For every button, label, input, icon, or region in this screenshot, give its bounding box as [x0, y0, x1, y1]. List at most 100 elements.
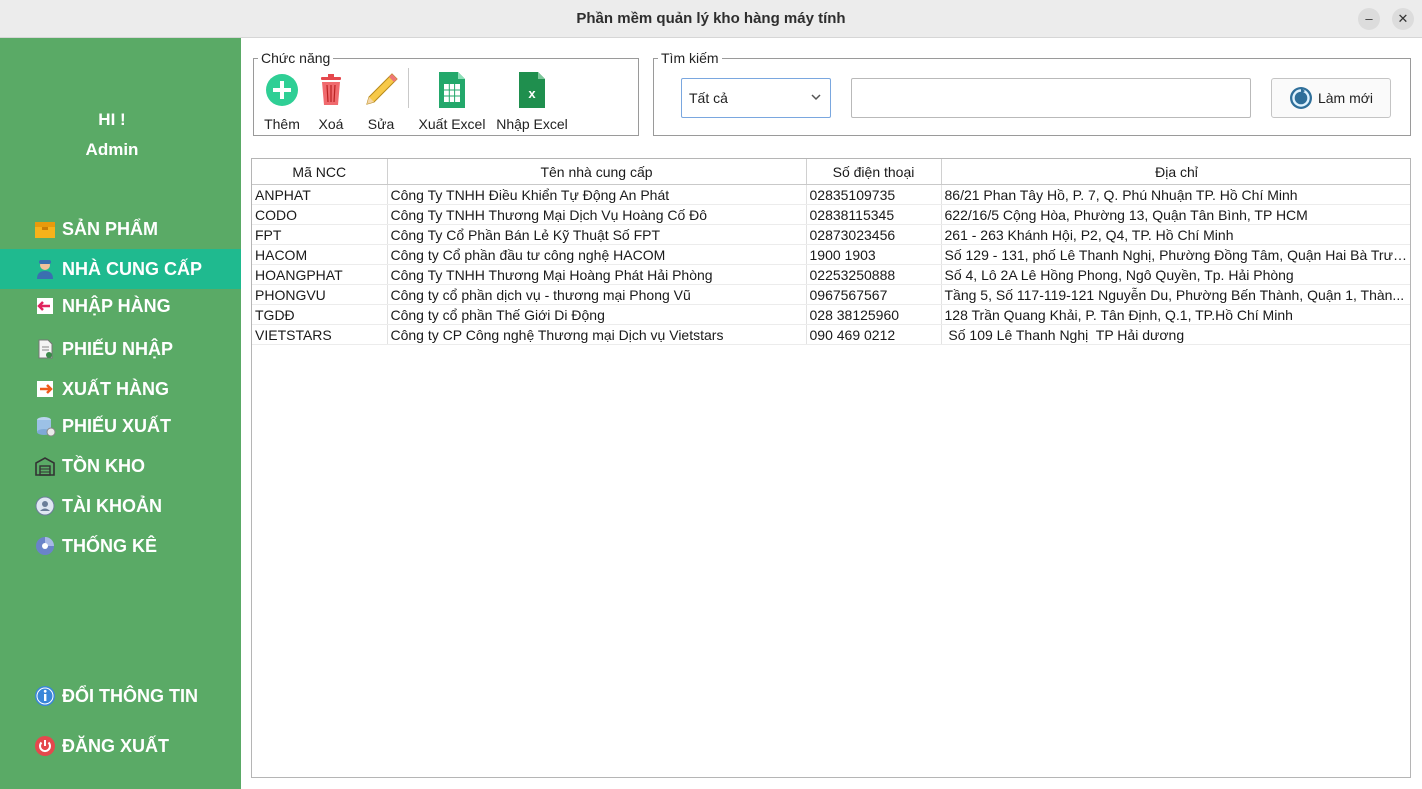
cell-so-dien-thoai: 02873023456 [806, 224, 942, 245]
cell-ten-nha-cung-cap: Công Ty TNHH Thương Mại Dịch Vụ Hoàng Cố… [387, 204, 807, 225]
greeting-text: HI ! [98, 110, 126, 129]
add-icon [265, 70, 299, 110]
column-header-ten-nha-cung-cap[interactable]: Tên nhà cung cấp [387, 159, 807, 185]
table-row[interactable]: VIETSTARS Công ty CP Công nghệ Thương mạ… [252, 324, 1410, 345]
add-button[interactable]: Thêm [261, 70, 303, 132]
cell-ma-ncc: TGDĐ [252, 304, 388, 325]
import-receipt-icon [34, 338, 56, 360]
sidebar-item-label: ĐĂNG XUẤT [62, 735, 169, 756]
sidebar-item-ton-kho[interactable]: TỒN KHO [0, 446, 241, 486]
column-header-ma-ncc[interactable]: Mã NCC [252, 159, 388, 185]
sidebar-item-tai-khoan[interactable]: TÀI KHOẢN [0, 486, 241, 526]
minimize-icon: – [1365, 11, 1373, 26]
add-label: Thêm [264, 116, 300, 132]
account-icon [34, 495, 56, 517]
column-header-so-dien-thoai[interactable]: Số điện thoại [806, 159, 942, 185]
cell-dia-chi: Số 4, Lô 2A Lê Hồng Phong, Ngô Quyền, Tp… [941, 264, 1410, 285]
table-row[interactable]: PHONGVU Công ty cổ phần dịch vụ - thương… [252, 284, 1410, 305]
table-row[interactable]: TGDĐ Công ty cổ phần Thế Giới Di Động 02… [252, 304, 1410, 325]
cell-ma-ncc: VIETSTARS [252, 324, 388, 345]
cell-dia-chi: 261 - 263 Khánh Hội, P2, Q4, TP. Hồ Chí … [941, 224, 1410, 245]
svg-text:x: x [528, 86, 536, 101]
export-excel-button[interactable]: Xuất Excel [416, 70, 488, 132]
sidebar-item-nhap-hang[interactable]: NHẬP HÀNG [0, 286, 241, 326]
sidebar-item-nha-cung-cap[interactable]: NHÀ CUNG CẤP [0, 249, 241, 289]
search-group-label: Tìm kiếm [661, 50, 719, 66]
edit-label: Sửa [367, 116, 395, 132]
cell-so-dien-thoai: 02835109735 [806, 184, 942, 205]
warehouse-icon [34, 455, 56, 477]
sidebar-item-label: SẢN PHẨM [62, 218, 159, 239]
window-title: Phần mềm quản lý kho hàng máy tính [576, 10, 846, 27]
cell-so-dien-thoai: 090 469 0212 [806, 324, 942, 345]
cell-so-dien-thoai: 028 38125960 [806, 304, 942, 325]
import-excel-label: Nhập Excel [496, 116, 568, 132]
close-button[interactable]: ✕ [1392, 8, 1414, 30]
cell-so-dien-thoai: 02838115345 [806, 204, 942, 225]
table-row[interactable]: CODO Công Ty TNHH Thương Mại Dịch Vụ Hoà… [252, 204, 1410, 225]
box-icon [34, 218, 56, 240]
sidebar: HI ! Admin SẢN PHẨM NHÀ CUNG CẤP NHẬP HÀ… [0, 38, 241, 789]
cell-dia-chi: 128 Trần Quang Khải, P. Tân Định, Q.1, T… [941, 304, 1410, 325]
cell-so-dien-thoai: 0967567567 [806, 284, 942, 305]
sidebar-item-label: ĐỔI THÔNG TIN [62, 685, 198, 706]
minimize-button[interactable]: – [1358, 8, 1380, 30]
table-row[interactable]: ANPHAT Công Ty TNHH Điều Khiển Tự Động A… [252, 184, 1410, 205]
search-input[interactable] [851, 78, 1251, 118]
cell-ma-ncc: FPT [252, 224, 388, 245]
sidebar-item-phieu-xuat[interactable]: PHIẾU XUẤT [0, 406, 241, 446]
toolbar-divider [408, 68, 409, 108]
cell-ma-ncc: HACOM [252, 244, 388, 265]
search-filter-select[interactable]: Tất cả [681, 78, 831, 118]
sidebar-item-label: NHÀ CUNG CẤP [62, 258, 203, 279]
sidebar-item-doi-thong-tin[interactable]: ĐỔI THÔNG TIN [0, 676, 241, 716]
cell-dia-chi: Số 129 - 131, phố Lê Thanh Nghị, Phường … [941, 244, 1410, 265]
export-arrow-icon [34, 378, 56, 400]
close-icon: ✕ [1397, 11, 1409, 26]
sidebar-item-label: PHIẾU XUẤT [62, 415, 172, 436]
cell-dia-chi: Tầng 5, Số 117-119-121 Nguyễn Du, Phường… [941, 284, 1410, 305]
column-header-dia-chi[interactable]: Địa chỉ [941, 159, 1410, 185]
cell-so-dien-thoai: 1900 1903 [806, 244, 942, 265]
cell-dia-chi: Số 109 Lê Thanh Nghị TP Hải dương [941, 324, 1410, 345]
cell-dia-chi: 622/16/5 Cộng Hòa, Phường 13, Quận Tân B… [941, 204, 1410, 225]
cell-ten-nha-cung-cap: Công ty cổ phần dịch vụ - thương mại Pho… [387, 284, 807, 305]
import-excel-button[interactable]: x Nhập Excel [496, 70, 568, 132]
sidebar-item-phieu-nhap[interactable]: PHIẾU NHẬP [0, 329, 241, 369]
export-receipt-icon [34, 415, 56, 437]
cell-so-dien-thoai: 02253250888 [806, 264, 942, 285]
power-icon [34, 735, 56, 757]
cell-ten-nha-cung-cap: Công Ty Cổ Phần Bán Lẻ Kỹ Thuật Số FPT [387, 224, 807, 245]
search-filter-value: Tất cả [689, 90, 728, 106]
cell-ma-ncc: HOANGPHAT [252, 264, 388, 285]
table-header-row: Mã NCC Tên nhà cung cấp Số điện thoại Đị… [252, 159, 1410, 185]
sidebar-item-thong-ke[interactable]: THỐNG KÊ [0, 526, 241, 566]
table-row[interactable]: HOANGPHAT Công Ty TNHH Thương Mại Hoàng … [252, 264, 1410, 285]
main-panel: Chức năng Thêm Xoá Sửa Xuất Excel x Nhập… [241, 38, 1422, 789]
supplier-table: Mã NCC Tên nhà cung cấp Số điện thoại Đị… [251, 158, 1411, 778]
spreadsheet-export-icon [437, 70, 467, 110]
cell-ma-ncc: PHONGVU [252, 284, 388, 305]
sidebar-item-xuat-hang[interactable]: XUẤT HÀNG [0, 369, 241, 409]
delete-button[interactable]: Xoá [313, 70, 349, 132]
sidebar-item-dang-xuat[interactable]: ĐĂNG XUẤT [0, 726, 241, 766]
excel-import-icon: x [517, 70, 547, 110]
sidebar-item-label: THỐNG KÊ [62, 535, 158, 556]
trash-icon [317, 70, 345, 110]
sidebar-item-label: NHẬP HÀNG [62, 295, 171, 316]
refresh-label: Làm mới [1317, 90, 1374, 106]
statistics-icon [34, 535, 56, 557]
delete-label: Xoá [318, 116, 344, 132]
refresh-button[interactable]: Làm mới [1271, 78, 1391, 118]
table-row[interactable]: HACOM Công ty Cổ phần đầu tư công nghệ H… [252, 244, 1410, 265]
sidebar-item-san-pham[interactable]: SẢN PHẨM [0, 209, 241, 249]
cell-ten-nha-cung-cap: Công ty CP Công nghệ Thương mại Dịch vụ … [387, 324, 807, 345]
cell-ten-nha-cung-cap: Công ty cổ phần Thế Giới Di Động [387, 304, 807, 325]
table-row[interactable]: FPT Công Ty Cổ Phần Bán Lẻ Kỹ Thuật Số F… [252, 224, 1410, 245]
export-excel-label: Xuất Excel [418, 116, 486, 132]
sidebar-item-label: TỒN KHO [62, 455, 145, 476]
sidebar-item-label: TÀI KHOẢN [62, 495, 162, 516]
sidebar-item-label: XUẤT HÀNG [62, 378, 169, 399]
edit-button[interactable]: Sửa [359, 70, 403, 132]
sidebar-item-label: PHIẾU NHẬP [62, 338, 174, 359]
